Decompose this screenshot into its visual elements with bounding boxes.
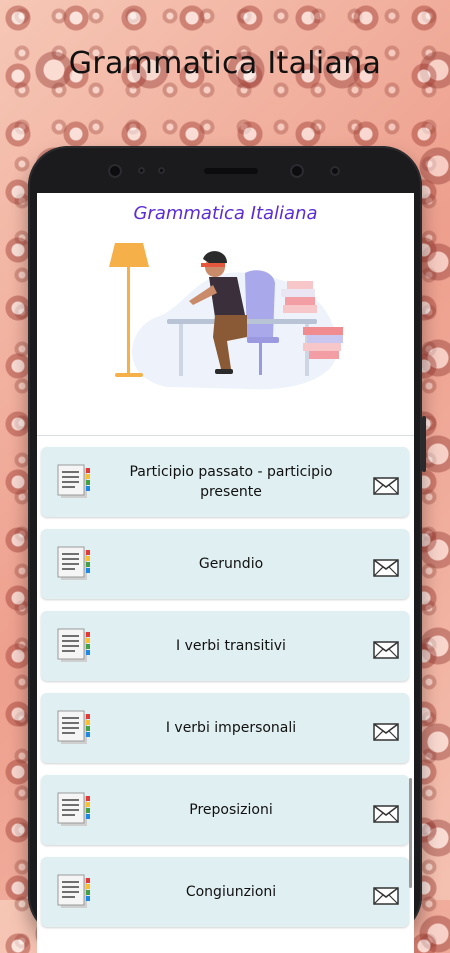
topic-label: Participio passato - participio presente: [129, 464, 333, 500]
topic-label: Gerundio: [198, 556, 264, 572]
topic-item[interactable]: I verbi transitivi: [41, 611, 409, 681]
topic-label: I verbi impersonali: [165, 720, 297, 736]
document-icon: [57, 792, 90, 826]
front-camera-icon: [108, 164, 122, 178]
side-button: [422, 416, 426, 472]
topic-label: Congiunzioni: [185, 884, 277, 900]
scrollbar-thumb[interactable]: [409, 778, 412, 888]
student-desk-illustration: [109, 243, 343, 390]
app-screen: Grammatica Italiana Participio passato -…: [37, 193, 414, 953]
document-icon: [57, 874, 90, 908]
envelope-icon[interactable]: [373, 887, 399, 905]
topic-label: Preposizioni: [189, 802, 273, 818]
document-icon: [57, 628, 90, 662]
topic-item[interactable]: Preposizioni: [41, 775, 409, 845]
topic-label: I verbi transitivi: [176, 638, 286, 654]
envelope-icon[interactable]: [373, 477, 399, 495]
topic-item[interactable]: I verbi impersonali: [41, 693, 409, 763]
document-icon: [57, 464, 90, 498]
speaker-grille: [204, 168, 258, 174]
proximity-sensor-icon: [290, 164, 304, 178]
document-icon: [57, 710, 90, 744]
topic-list: Participio passato - participio presente: [41, 447, 409, 939]
topic-item[interactable]: Participio passato - participio presente: [41, 447, 409, 517]
sensor-dot-icon: [330, 166, 340, 176]
envelope-icon[interactable]: [373, 559, 399, 577]
topic-item[interactable]: Congiunzioni: [41, 857, 409, 927]
sensor-dot-icon: [138, 167, 145, 174]
topic-item[interactable]: Gerundio: [41, 529, 409, 599]
app-title: Grammatica Italiana: [133, 203, 318, 224]
envelope-icon[interactable]: [373, 723, 399, 741]
envelope-icon[interactable]: [373, 641, 399, 659]
section-divider: [37, 435, 414, 436]
phone-frame: Grammatica Italiana Participio passato -…: [28, 146, 426, 953]
promo-title: Grammatica Italiana: [68, 46, 382, 81]
envelope-icon[interactable]: [373, 805, 399, 823]
sensor-dot-icon: [158, 167, 165, 174]
document-icon: [57, 546, 90, 580]
